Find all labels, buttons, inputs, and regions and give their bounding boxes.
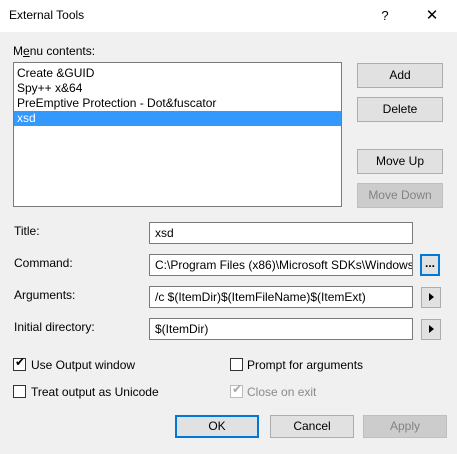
menu-contents-label: Menu contents: — [13, 44, 95, 58]
arguments-macro-button[interactable] — [421, 287, 441, 308]
delete-button-label: Delete — [382, 102, 418, 116]
treat-output-as-unicode-checkbox[interactable] — [13, 385, 26, 398]
help-icon[interactable]: ? — [374, 6, 396, 26]
arguments-label: Arguments: — [14, 288, 76, 302]
menu-contents-label-text: Menu contents: — [13, 44, 96, 58]
check-icon: ✔ — [15, 355, 26, 369]
close-on-exit-checkbox[interactable]: ✔ — [230, 382, 243, 398]
close-on-exit-label: Close on exit — [247, 385, 317, 399]
add-button[interactable]: Add — [357, 63, 443, 88]
delete-button[interactable]: Delete — [357, 97, 443, 122]
window-title: External Tools — [9, 8, 85, 22]
command-label: Command: — [14, 256, 73, 270]
close-icon[interactable]: ✕ — [420, 5, 444, 27]
browse-button[interactable]: ... — [420, 254, 440, 276]
list-item-spy-x64[interactable]: Spy++ x&64 — [14, 81, 341, 96]
treat-output-as-unicode-label[interactable]: Treat output as Unicode — [31, 385, 159, 399]
prompt-for-arguments-label[interactable]: Prompt for arguments — [247, 358, 363, 372]
menu-contents-list[interactable]: Create &GUID Spy++ x&64 PreEmptive Prote… — [13, 62, 342, 207]
title-input[interactable]: xsd — [149, 222, 413, 244]
initial-directory-label: Initial directory: — [14, 320, 95, 334]
use-output-window-checkbox[interactable]: ✔ — [13, 355, 26, 371]
ok-button[interactable]: OK — [175, 415, 259, 438]
use-output-window-label[interactable]: Use Output window — [31, 358, 135, 372]
title-label: Title: — [14, 224, 40, 238]
arrow-right-icon — [429, 325, 434, 333]
check-icon: ✔ — [232, 382, 243, 396]
apply-button[interactable]: Apply — [363, 415, 447, 438]
list-item-xsd[interactable]: xsd — [14, 111, 341, 126]
move-up-button-label: Move Up — [375, 154, 425, 168]
cancel-button-label: Cancel — [293, 419, 331, 433]
list-item-create-guid[interactable]: Create &GUID — [14, 66, 341, 81]
arrow-right-icon — [429, 293, 434, 301]
move-up-button[interactable]: Move Up — [357, 149, 443, 174]
add-button-label: Add — [389, 68, 411, 82]
apply-button-label: Apply — [389, 419, 421, 433]
cancel-button[interactable]: Cancel — [270, 415, 354, 438]
initial-directory-input[interactable]: $(ItemDir) — [149, 318, 413, 340]
prompt-for-arguments-checkbox[interactable] — [230, 358, 243, 371]
arguments-input[interactable]: /c $(ItemDir)$(ItemFileName)$(ItemExt) — [149, 286, 413, 308]
command-input[interactable]: C:\Program Files (x86)\Microsoft SDKs\Wi… — [149, 254, 413, 276]
initial-directory-macro-button[interactable] — [421, 319, 441, 340]
move-down-button-label: Move Down — [368, 188, 432, 202]
move-down-button[interactable]: Move Down — [357, 183, 443, 208]
list-item-dotfuscator[interactable]: PreEmptive Protection - Dot&fuscator — [14, 96, 341, 111]
browse-button-label: ... — [424, 256, 435, 270]
ok-button-label: OK — [208, 419, 226, 433]
